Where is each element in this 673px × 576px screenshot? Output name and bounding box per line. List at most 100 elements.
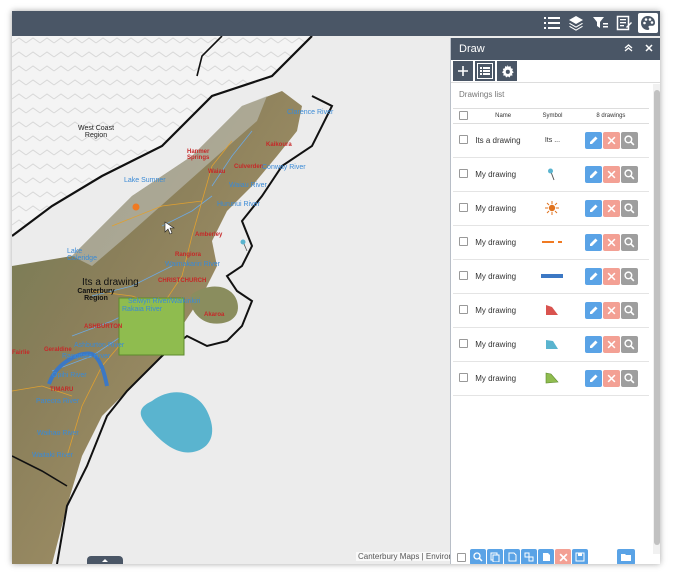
save-icon[interactable] xyxy=(572,549,588,564)
edit-pencil-icon[interactable] xyxy=(584,200,602,217)
close-icon[interactable] xyxy=(645,43,653,55)
delete-x-icon[interactable] xyxy=(602,234,620,251)
zoom-to-icon[interactable] xyxy=(620,132,638,149)
zoom-to-icon[interactable] xyxy=(620,336,638,353)
table-row[interactable]: My drawing xyxy=(453,157,649,192)
copy-icon[interactable] xyxy=(487,549,503,564)
table-row[interactable]: My drawing xyxy=(453,293,649,328)
table-row[interactable]: My drawing xyxy=(453,191,649,226)
edit-pencil-icon[interactable] xyxy=(584,132,602,149)
column-count: 8 drawings xyxy=(572,109,649,124)
edit-pencil-icon[interactable] xyxy=(584,268,602,285)
list-mode-icon[interactable] xyxy=(475,61,495,81)
drawing-name[interactable]: My drawing xyxy=(475,374,516,383)
edit-pencil-icon[interactable] xyxy=(584,336,602,353)
drawing-name[interactable]: My drawing xyxy=(475,306,516,315)
export-icon[interactable] xyxy=(521,549,537,564)
river-waihao: Waihao River xyxy=(37,430,79,437)
scrollbar-thumb[interactable] xyxy=(654,90,660,545)
river-pareora: Pareora River xyxy=(36,398,80,405)
delete-x-icon[interactable] xyxy=(602,302,620,319)
zoom-to-icon[interactable] xyxy=(620,268,638,285)
river-waitaki: Waitaki River xyxy=(32,452,73,459)
settings-gear-icon[interactable] xyxy=(497,61,517,81)
edit-pencil-icon[interactable] xyxy=(584,370,602,387)
row-checkbox[interactable] xyxy=(459,237,469,246)
edit-pencil-icon[interactable] xyxy=(584,234,602,251)
symbol-thick-line-icon xyxy=(541,272,564,282)
row-checkbox[interactable] xyxy=(459,305,469,314)
select-all-checkbox[interactable] xyxy=(459,110,469,120)
table-row[interactable]: My drawing xyxy=(453,327,649,362)
attribute-table-icon[interactable] xyxy=(614,13,634,33)
river-waimakariri: Waimakariri River xyxy=(165,261,220,268)
drawing-name[interactable]: My drawing xyxy=(475,272,516,281)
zoom-to-icon[interactable] xyxy=(620,234,638,251)
drawing-name[interactable]: My drawing xyxy=(475,238,516,247)
drawings-table: Name Symbol 8 drawings Its a drawing Its … xyxy=(453,109,649,396)
draw-panel-header: Draw xyxy=(451,38,660,60)
edit-pencil-icon[interactable] xyxy=(584,302,602,319)
table-row[interactable]: My drawing xyxy=(453,259,649,294)
river-lake-sumner: Lake Sumner xyxy=(124,177,166,184)
drawing-name[interactable]: My drawing xyxy=(475,204,516,213)
row-checkbox[interactable] xyxy=(459,135,469,144)
row-checkbox[interactable] xyxy=(459,169,469,178)
delete-x-icon[interactable] xyxy=(602,370,620,387)
river-opihi: Opihi River xyxy=(52,372,87,379)
panel-scrollbar[interactable] xyxy=(653,84,660,554)
footer-select-checkbox[interactable] xyxy=(457,552,466,562)
collapse-icon[interactable] xyxy=(624,43,633,55)
zoom-to-icon[interactable] xyxy=(620,200,638,217)
panel-title: Draw xyxy=(459,43,485,55)
filter-icon[interactable] xyxy=(590,13,610,33)
open-folder-icon[interactable] xyxy=(617,549,635,564)
symbol-pushpin-icon xyxy=(545,166,559,184)
delete-x-icon[interactable] xyxy=(602,132,620,149)
table-row[interactable]: Its a drawing Its ... xyxy=(453,123,649,158)
mode-toolbar xyxy=(451,60,660,83)
draw-palette-icon[interactable] xyxy=(638,13,658,33)
town-ashburton: ASHBURTON xyxy=(84,324,123,330)
edit-pencil-icon[interactable] xyxy=(584,166,602,183)
zoom-to-icon[interactable] xyxy=(620,302,638,319)
delete-x-icon[interactable] xyxy=(602,166,620,183)
symbol-red-polygon-icon xyxy=(544,303,560,319)
add-drawing-icon[interactable] xyxy=(453,61,473,81)
section-title: Drawings list xyxy=(453,84,649,109)
town-fairlie: Fairlie xyxy=(12,350,30,356)
row-checkbox[interactable] xyxy=(459,203,469,212)
river-rakaia: Rakaia River xyxy=(122,306,163,313)
delete-x-icon[interactable] xyxy=(602,200,620,217)
layers-icon[interactable] xyxy=(566,13,586,33)
delete-all-icon[interactable] xyxy=(555,549,571,564)
column-symbol: Symbol xyxy=(532,109,573,124)
drawing-name[interactable]: My drawing xyxy=(475,340,516,349)
town-christchurch: CHRISTCHURCH xyxy=(158,278,207,284)
paste-icon[interactable] xyxy=(504,549,520,564)
delete-x-icon[interactable] xyxy=(602,336,620,353)
zoom-to-icon[interactable] xyxy=(620,166,638,183)
town-culverden: Culverden xyxy=(234,164,264,170)
town-kaikoura: Kaikoura xyxy=(266,142,292,148)
symbol-dashed-line-icon xyxy=(542,238,563,247)
river-rangitata: Rangitata River xyxy=(62,353,111,360)
delete-x-icon[interactable] xyxy=(602,268,620,285)
drawing-name[interactable]: My drawing xyxy=(475,170,516,179)
row-checkbox[interactable] xyxy=(459,339,469,348)
table-row[interactable]: My drawing xyxy=(453,225,649,260)
map-bottom-tab[interactable] xyxy=(87,556,123,564)
zoom-all-icon[interactable] xyxy=(470,549,486,564)
legend-list-icon[interactable] xyxy=(542,13,562,33)
drawing-name[interactable]: Its a drawing xyxy=(475,136,520,145)
town-amberley: Amberley xyxy=(195,232,223,238)
row-checkbox[interactable] xyxy=(459,271,469,280)
top-toolbar xyxy=(12,11,660,36)
drawings-list-view: Drawings list Name Symbol 8 drawings Its… xyxy=(453,84,649,547)
zoom-to-icon[interactable] xyxy=(620,370,638,387)
river-waiau: Waiau River xyxy=(229,182,267,189)
app-window: West Coast Region Canterbury Region Its … xyxy=(12,11,660,564)
table-row[interactable]: My drawing xyxy=(453,361,649,396)
row-checkbox[interactable] xyxy=(459,373,469,382)
import-icon[interactable] xyxy=(538,549,554,564)
